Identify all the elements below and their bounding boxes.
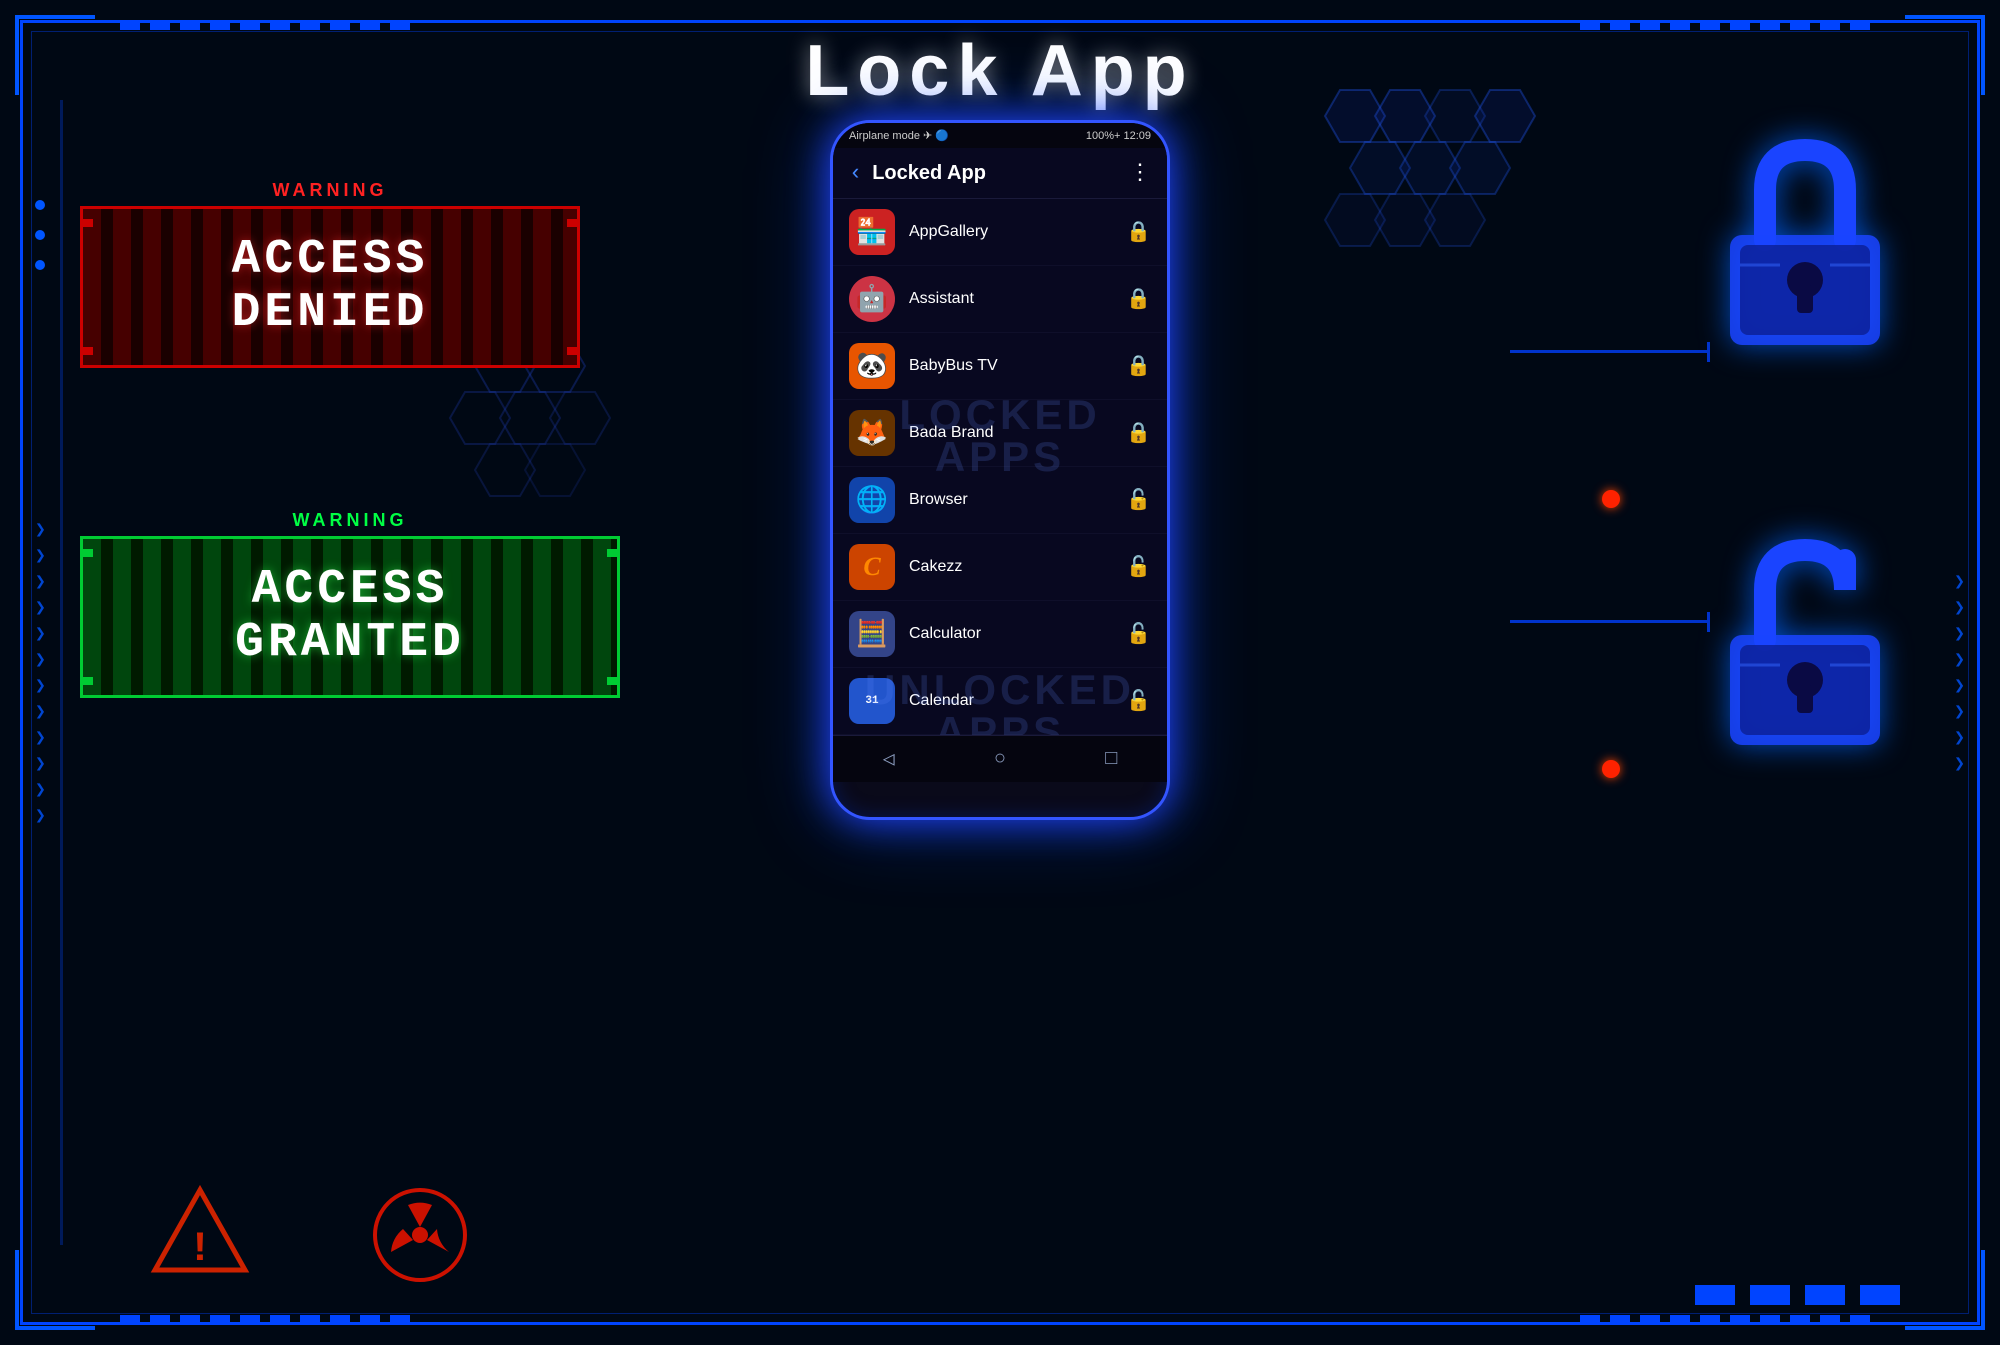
battery-time-label: 100%+ 12:09 xyxy=(1086,130,1151,142)
left-chevrons-group: ❯ ❯ ❯ ❯ ❯ ❯ ❯ ❯ ❯ ❯ ❯ ❯ xyxy=(35,519,46,827)
warning-label-denied: WARNING xyxy=(80,180,580,201)
radiation-icon xyxy=(370,1185,470,1285)
lock-closed-icon: 🔒 xyxy=(1126,420,1151,446)
chevron-icon: ❯ xyxy=(35,675,46,697)
app-name-calendar: Calendar xyxy=(909,692,1126,710)
nav-back-button[interactable]: ◁ xyxy=(883,746,895,772)
red-dot-top xyxy=(1602,490,1620,508)
left-border-line xyxy=(60,100,63,1245)
access-granted-container: WARNING ACCESS GRANTED xyxy=(80,510,620,698)
nav-home-button[interactable]: ○ xyxy=(994,748,1006,771)
app-list: LOCKEDAPPS UNLOCKEDAPPS 🏪 AppGallery 🔒 🤖… xyxy=(833,199,1167,735)
red-dot-bottom xyxy=(1602,760,1620,778)
app-name-browser: Browser xyxy=(909,491,1126,509)
frame-dash-bottom-right xyxy=(1580,1315,1880,1323)
frame-dash-top xyxy=(120,22,420,30)
list-item[interactable]: 31 Calendar 🔓 xyxy=(833,668,1167,735)
chevron-icon: ❯ xyxy=(35,701,46,723)
list-item[interactable]: 🏪 AppGallery 🔒 xyxy=(833,199,1167,266)
frame-dash-bottom xyxy=(120,1315,420,1323)
app-icon-cakezz: C xyxy=(849,544,895,590)
corner-bl xyxy=(15,1250,95,1330)
access-denied-text: ACCESS DENIED xyxy=(123,234,537,340)
app-icon-calendar: 31 xyxy=(849,678,895,724)
access-denied-box: ACCESS DENIED xyxy=(80,206,580,368)
chevron-icon: ❯ xyxy=(35,571,46,593)
access-granted-box: ACCESS GRANTED xyxy=(80,536,620,698)
list-item[interactable]: 🌐 Browser 🔓 xyxy=(833,467,1167,534)
app-header: ‹ Locked App ⋮ xyxy=(833,148,1167,199)
lock-open-icon: 🔓 xyxy=(1126,621,1151,647)
circuit-line-top xyxy=(1510,350,1710,353)
app-icon-badabrand: 🦊 xyxy=(849,410,895,456)
airplane-mode-label: Airplane mode ✈ 🔵 xyxy=(849,129,949,142)
phone-status-bar: Airplane mode ✈ 🔵 100%+ 12:09 xyxy=(833,123,1167,148)
lock-open-icon: 🔓 xyxy=(1126,487,1151,513)
corner-tl xyxy=(15,15,95,95)
chevron-icon: ❯ xyxy=(35,753,46,775)
chevron-icon: ❯ xyxy=(35,649,46,671)
chevron-icon: ❯ xyxy=(35,519,46,541)
app-header-title: Locked App xyxy=(872,162,986,185)
page-title: Lock App xyxy=(805,30,1194,112)
frame-dash-top-right xyxy=(1580,22,1880,30)
list-item[interactable]: 🦊 Bada Brand 🔒 xyxy=(833,400,1167,467)
lock-closed-icon: 🔒 xyxy=(1126,353,1151,379)
hex-bg-right xyxy=(1280,80,1600,405)
lock-open-icon: 🔓 xyxy=(1126,688,1151,714)
svg-text:!: ! xyxy=(187,1225,212,1273)
list-item[interactable]: 🤖 Assistant 🔒 xyxy=(833,266,1167,333)
lock-closed-icon: 🔒 xyxy=(1126,286,1151,312)
list-item[interactable]: 🐼 BabyBus TV 🔒 xyxy=(833,333,1167,400)
app-icon-appgallery: 🏪 xyxy=(849,209,895,255)
app-icon-assistant: 🤖 xyxy=(849,276,895,322)
app-icon-calculator: 🧮 xyxy=(849,611,895,657)
warning-triangle-icon: ! xyxy=(150,1185,250,1271)
left-dots xyxy=(35,200,45,270)
indicator-square xyxy=(1860,1285,1900,1305)
nav-recent-button[interactable]: □ xyxy=(1105,748,1117,771)
status-right: 100%+ 12:09 xyxy=(1086,130,1151,142)
app-icon-browser: 🌐 xyxy=(849,477,895,523)
status-left: Airplane mode ✈ 🔵 xyxy=(849,129,949,142)
bottom-icons-group: ! xyxy=(150,1185,470,1285)
lock-closed-icon: 🔒 xyxy=(1126,219,1151,245)
back-button[interactable]: ‹ xyxy=(849,161,862,186)
padlock-unlocked-icon xyxy=(1710,530,1900,755)
padlock-locked-icon xyxy=(1710,130,1900,355)
chevron-icon: ❯ xyxy=(35,623,46,645)
app-icon-babybustv: 🐼 xyxy=(849,343,895,389)
chevron-icon: ❯ xyxy=(35,727,46,749)
chevron-icon: ❯ xyxy=(35,805,46,827)
more-options-button[interactable]: ⋮ xyxy=(1129,160,1151,186)
corner-br xyxy=(1905,1250,1985,1330)
chevron-icon: ❯ xyxy=(35,597,46,619)
phone-bottom-nav: ◁ ○ □ xyxy=(833,735,1167,782)
app-name-assistant: Assistant xyxy=(909,290,1126,308)
app-name-calculator: Calculator xyxy=(909,625,1126,643)
bottom-right-indicators xyxy=(1695,1285,1900,1305)
app-name-badabrand: Bada Brand xyxy=(909,424,1126,442)
phone-mockup: Airplane mode ✈ 🔵 100%+ 12:09 ‹ Locked A… xyxy=(830,120,1170,820)
corner-tr xyxy=(1905,15,1985,95)
indicator-square xyxy=(1805,1285,1845,1305)
app-name-cakezz: Cakezz xyxy=(909,558,1126,576)
right-chevrons: ❯ ❯ ❯ ❯ ❯ ❯ ❯ ❯ xyxy=(1954,571,1965,775)
app-header-left: ‹ Locked App xyxy=(849,161,986,186)
indicator-square xyxy=(1750,1285,1790,1305)
app-name-babybustv: BabyBus TV xyxy=(909,357,1126,375)
phone-screen: Airplane mode ✈ 🔵 100%+ 12:09 ‹ Locked A… xyxy=(830,120,1170,820)
access-granted-text: ACCESS GRANTED xyxy=(123,564,577,670)
access-denied-container: WARNING ACCESS DENIED xyxy=(80,180,580,368)
warning-label-granted: WARNING xyxy=(80,510,620,531)
lock-open-icon: 🔓 xyxy=(1126,554,1151,580)
circuit-line-bottom xyxy=(1510,620,1710,623)
chevron-icon: ❯ xyxy=(35,545,46,567)
indicator-square xyxy=(1695,1285,1735,1305)
chevron-icon: ❯ xyxy=(35,779,46,801)
list-item[interactable]: 🧮 Calculator 🔓 xyxy=(833,601,1167,668)
list-item[interactable]: C Cakezz 🔓 xyxy=(833,534,1167,601)
app-name-appgallery: AppGallery xyxy=(909,223,1126,241)
